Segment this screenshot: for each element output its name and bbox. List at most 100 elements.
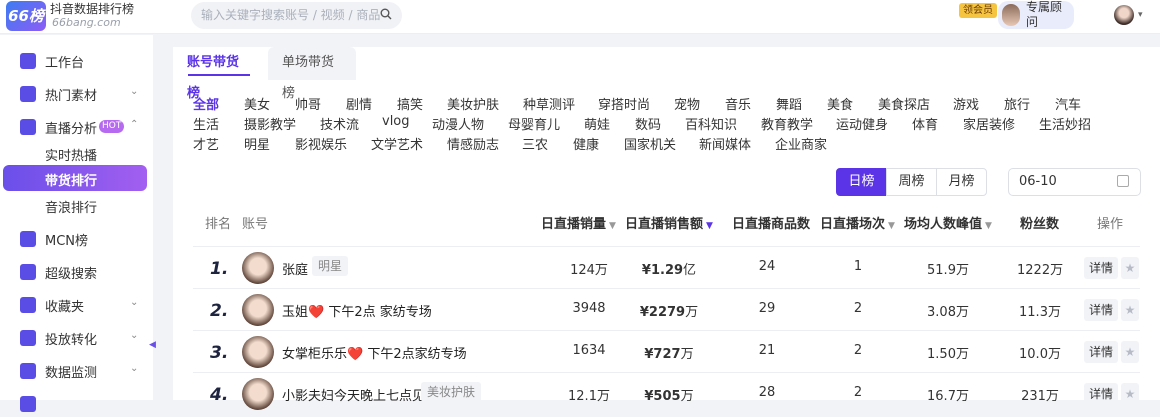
calendar-icon[interactable] — [1117, 175, 1129, 187]
category-chip[interactable]: 情感励志 — [447, 134, 499, 153]
category-chip[interactable]: 音乐 — [725, 94, 751, 113]
category-chip[interactable]: 技术流 — [320, 114, 359, 133]
collapse-sidebar-icon[interactable]: ◀ — [149, 340, 156, 350]
star-icon[interactable]: ★ — [1121, 257, 1139, 279]
detail-button[interactable]: 详情 — [1084, 341, 1118, 363]
table-row[interactable]: 4. 小影夫妇今天晚上七点见 美妆护肤 12.1万 ¥505万 28 2 16.7万 231万 详… — [193, 373, 1140, 415]
category-chip[interactable]: 美妆护肤 — [447, 94, 499, 113]
detail-button[interactable]: 详情 — [1084, 257, 1118, 279]
sidebar-item-more[interactable] — [0, 391, 153, 417]
category-chip[interactable]: 舞蹈 — [776, 94, 802, 113]
search-input[interactable]: 输入关键字搜索账号 / 视频 / 商品 — [191, 2, 402, 29]
category-chip[interactable]: 游戏 — [953, 94, 979, 113]
category-chip[interactable]: 旅行 — [1004, 94, 1030, 113]
category-chip[interactable]: 生活 — [193, 114, 219, 133]
category-chip[interactable]: 家居装修 — [963, 114, 1015, 133]
category-chip[interactable]: 才艺 — [193, 134, 219, 153]
category-chip[interactable]: 萌娃 — [584, 114, 610, 133]
star-icon[interactable]: ★ — [1121, 383, 1139, 405]
monthly-toggle[interactable]: 月榜 — [936, 168, 987, 196]
category-chip[interactable]: 剧情 — [346, 94, 372, 113]
avatar[interactable] — [242, 252, 274, 284]
logo-mark[interactable]: 66榜 — [6, 1, 46, 31]
category-chip[interactable]: 汽车 — [1055, 94, 1081, 113]
header-sessions[interactable]: 日直播场次 ▼ — [820, 213, 895, 232]
chevron-down-icon[interactable]: ▾ — [1138, 10, 1143, 20]
search-icon[interactable] — [380, 8, 392, 20]
category-chip[interactable]: 搞笑 — [397, 94, 423, 113]
category-chip[interactable]: 穿搭时尚 — [598, 94, 650, 113]
sidebar-item-workbench[interactable]: 工作台 — [0, 48, 153, 74]
category-chip[interactable]: 生活妙招 — [1039, 114, 1091, 133]
account-name[interactable]: 玉姐❤️ 下午2点 家纺专场 — [282, 301, 432, 320]
sidebar-item-super-search[interactable]: 超级搜索 — [0, 259, 153, 285]
advisor-button[interactable]: 专属顾问 — [998, 0, 1074, 29]
category-chip[interactable]: 运动健身 — [836, 114, 888, 133]
header-daily-revenue[interactable]: 日直播销售额 ▼ — [625, 213, 713, 232]
category-chip[interactable]: 国家机关 — [624, 134, 676, 153]
category-chip[interactable]: vlog — [382, 114, 410, 129]
category-chip[interactable]: 种草测评 — [523, 94, 575, 113]
account-name[interactable]: 张庭 — [282, 259, 308, 278]
sidebar-item-live-analysis[interactable]: 直播分析 HOT ⌃ — [0, 114, 153, 140]
sidebar-subitem-realtime[interactable]: 实时热播 — [0, 141, 153, 165]
header-daily-sales[interactable]: 日直播销量 ▼ — [541, 213, 616, 232]
hot-badge: HOT — [99, 120, 125, 133]
sidebar-item-mcn[interactable]: MCN榜 — [0, 226, 153, 252]
sidebar-item-monitoring[interactable]: 数据监测 ⌄ — [0, 358, 153, 384]
account-name[interactable]: 小影夫妇今天晚上七点见 — [282, 385, 425, 404]
category-chip[interactable]: 动漫人物 — [432, 114, 484, 133]
category-chip[interactable]: 百科知识 — [685, 114, 737, 133]
category-chip[interactable]: 影视娱乐 — [295, 134, 347, 153]
category-chip[interactable]: 体育 — [912, 114, 938, 133]
advisor-avatar — [1002, 4, 1020, 26]
avatar[interactable] — [242, 336, 274, 368]
category-chip[interactable]: 摄影教学 — [244, 114, 296, 133]
weekly-toggle[interactable]: 周榜 — [886, 168, 937, 196]
sort-icon: ▼ — [609, 221, 616, 231]
category-chip[interactable]: 明星 — [244, 134, 270, 153]
sidebar-item-conversion[interactable]: 投放转化 ⌄ — [0, 325, 153, 351]
fan-count: 11.3万 — [1019, 305, 1061, 320]
category-chip[interactable]: 健康 — [573, 134, 599, 153]
category-chip[interactable]: 三农 — [522, 134, 548, 153]
category-chip[interactable]: 宠物 — [674, 94, 700, 113]
avatar[interactable] — [242, 378, 274, 410]
tab-session-sales[interactable]: 单场带货榜 — [268, 47, 356, 101]
table-row[interactable]: 2. 玉姐❤️ 下午2点 家纺专场 3948 ¥2279万 29 2 3.08万 11.3万 详… — [193, 289, 1140, 331]
sidebar-item-label: 工作台 — [45, 56, 85, 71]
header-label: 场均人数峰值 — [904, 217, 983, 232]
header-peak[interactable]: 场均人数峰值 ▼ — [904, 213, 992, 232]
sidebar-subitem-sales-rank[interactable]: 带货排行 — [3, 165, 147, 191]
category-chip[interactable]: 教育教学 — [761, 114, 813, 133]
category-chip[interactable]: 企业商家 — [775, 134, 827, 153]
category-chip[interactable]: 文学艺术 — [371, 134, 423, 153]
sidebar-subitem-gift-rank[interactable]: 音浪排行 — [0, 193, 153, 217]
sidebar-item-hot-material[interactable]: 热门素材 ⌄ — [0, 81, 153, 107]
detail-button[interactable]: 详情 — [1084, 383, 1118, 405]
sidebar-item-favorites[interactable]: 收藏夹 ⌄ — [0, 292, 153, 318]
vip-button[interactable]: 领会员 — [959, 3, 997, 18]
chart-icon — [20, 231, 36, 247]
category-chip[interactable]: 全部 — [193, 94, 219, 113]
table-row[interactable]: 3. 女掌柜乐乐❤️ 下午2点家纺专场 1634 ¥727万 21 2 1.50万 10.0万… — [193, 331, 1140, 373]
category-chip[interactable]: 美女 — [244, 94, 270, 113]
star-icon[interactable]: ★ — [1121, 341, 1139, 363]
table-row[interactable]: 1. 张庭 明星 124万 ¥1.29亿 24 1 51.9万 1222万 详情 ★ — [193, 247, 1140, 289]
rank: 3. — [210, 343, 229, 363]
tab-account-sales[interactable]: 账号带货榜 — [173, 47, 265, 101]
category-chip[interactable]: 帅哥 — [295, 94, 321, 113]
avatar[interactable] — [242, 294, 274, 326]
daily-toggle[interactable]: 日榜 — [836, 168, 887, 196]
category-chip[interactable]: 美食探店 — [878, 94, 930, 113]
account-name[interactable]: 女掌柜乐乐❤️ 下午2点家纺专场 — [282, 343, 467, 362]
star-icon[interactable]: ★ — [1121, 299, 1139, 321]
category-chip[interactable]: 母婴育儿 — [508, 114, 560, 133]
sort-icon: ▼ — [888, 221, 895, 231]
user-avatar[interactable] — [1114, 5, 1134, 25]
fan-count: 1222万 — [1017, 263, 1064, 278]
category-chip[interactable]: 新闻媒体 — [699, 134, 751, 153]
category-chip[interactable]: 美食 — [827, 94, 853, 113]
category-chip[interactable]: 数码 — [635, 114, 661, 133]
detail-button[interactable]: 详情 — [1084, 299, 1118, 321]
